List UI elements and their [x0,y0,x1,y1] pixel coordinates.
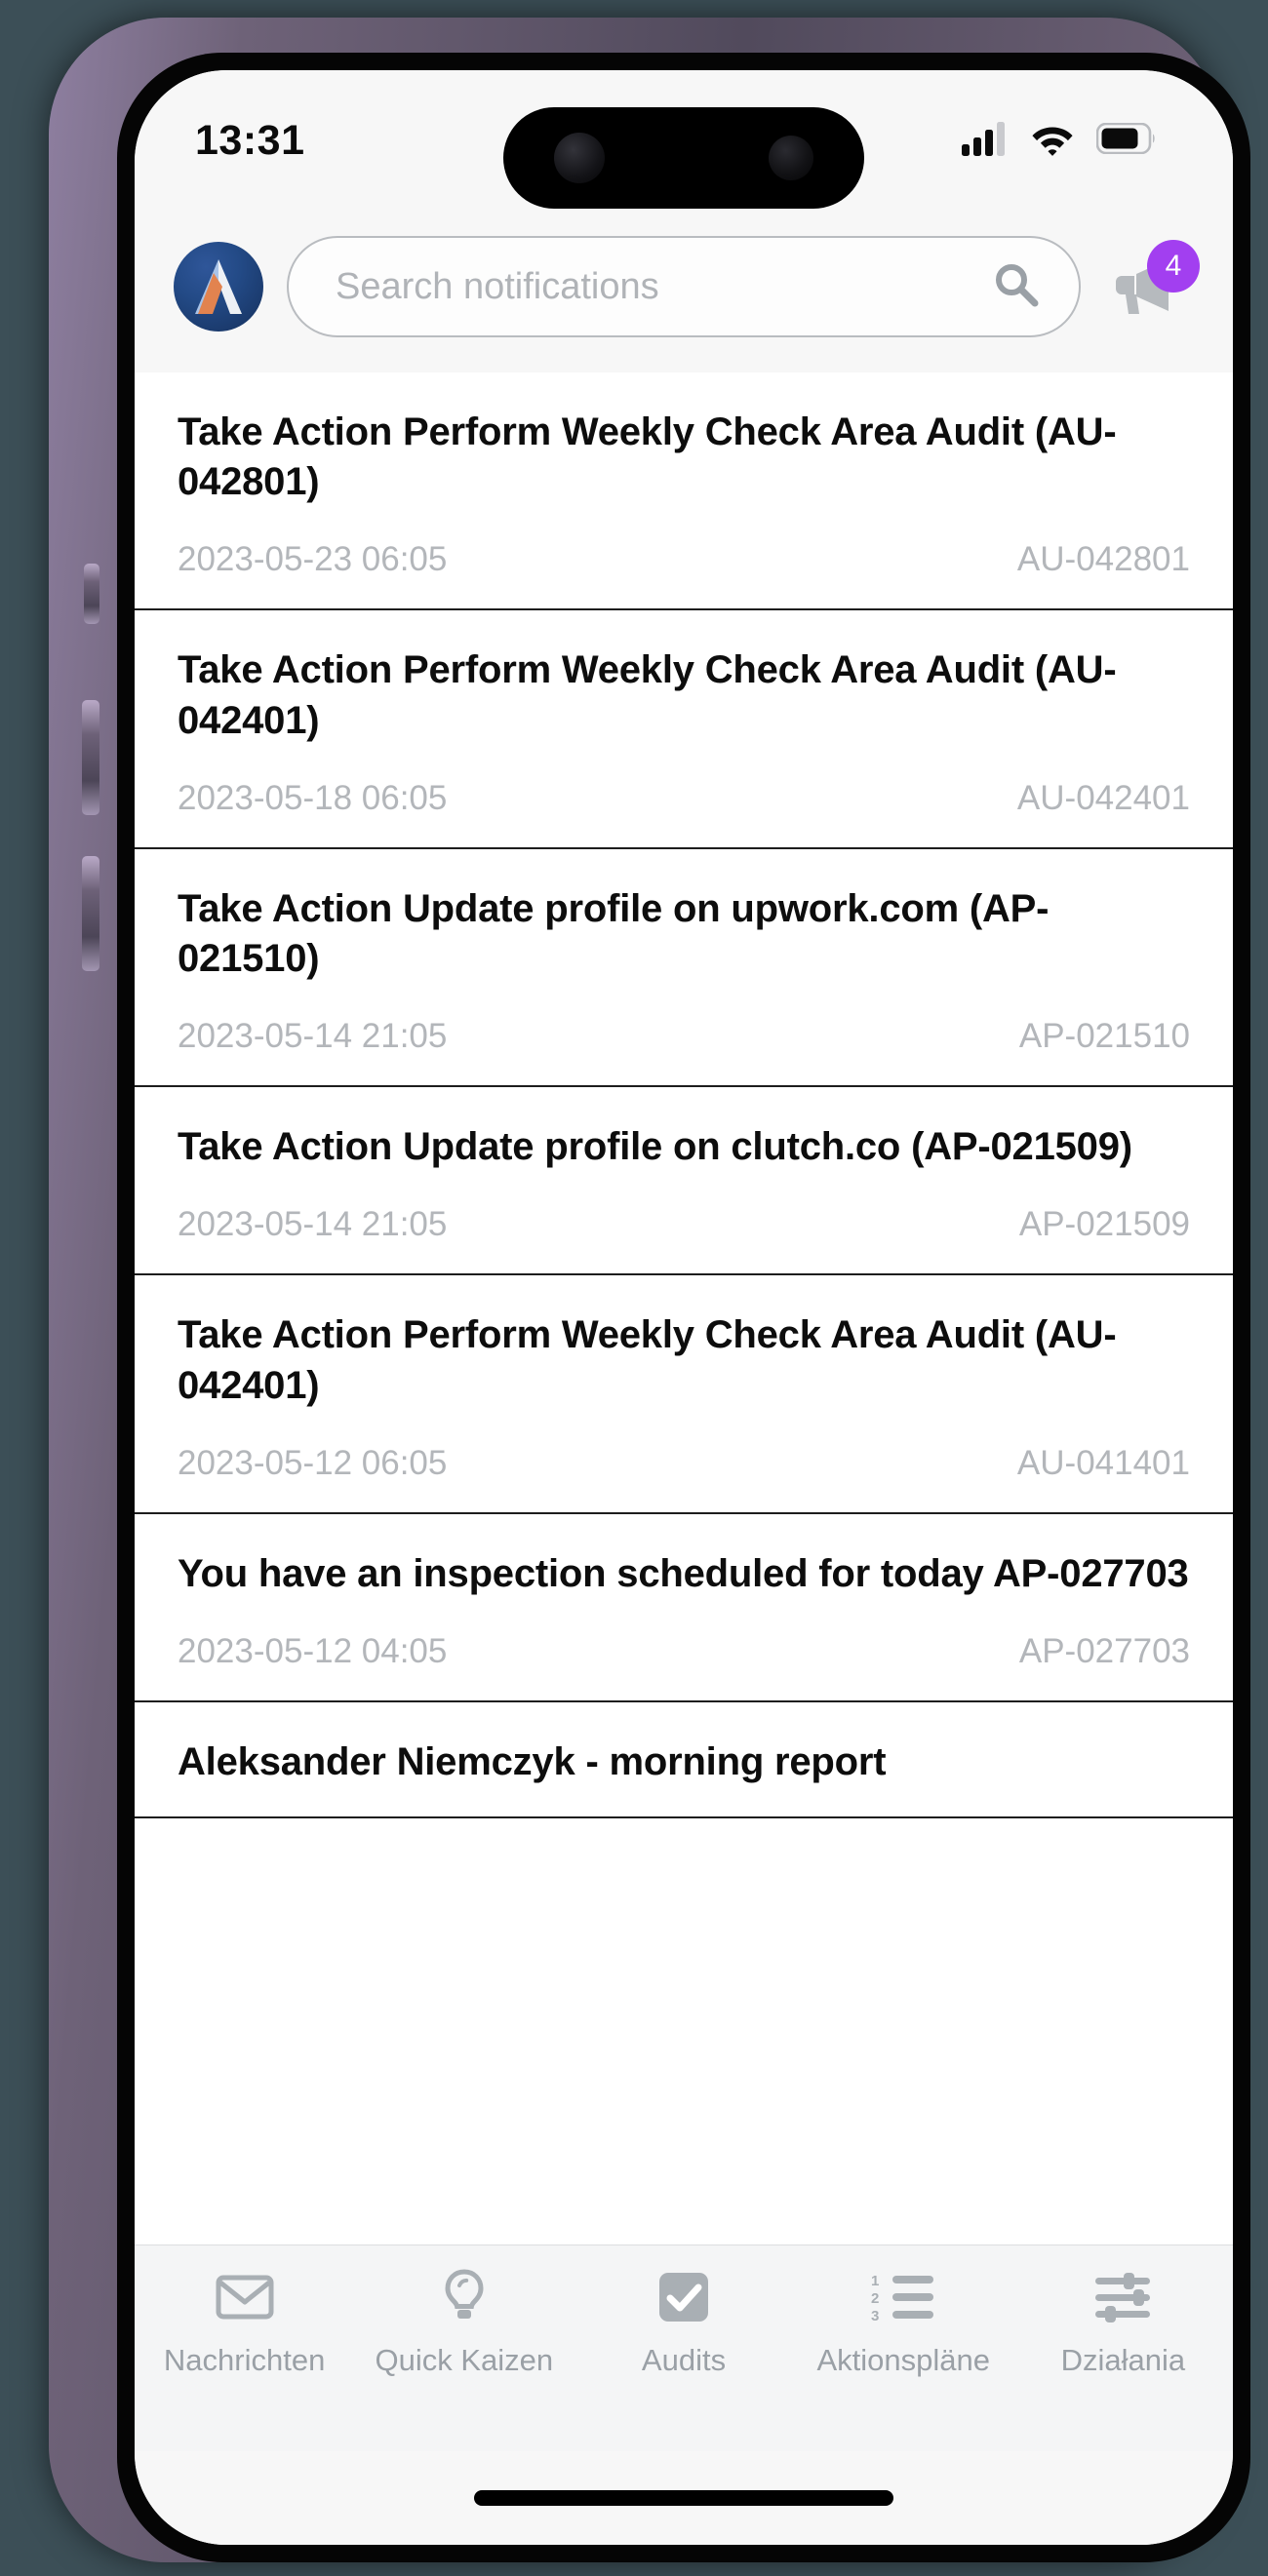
notification-reference: AP-021510 [1018,1017,1190,1056]
notification-reference: AU-042801 [1016,540,1190,579]
notification-date: 2023-05-18 06:05 [178,778,448,817]
tab-label: Działania [1060,2343,1186,2377]
notification-title: Take Action Perform Weekly Check Area Au… [178,410,1117,504]
home-indicator-area [135,2451,1233,2545]
notification-item[interactable]: Aleksander Niemczyk - morning report [135,1701,1233,1819]
notification-date: 2023-05-23 06:05 [178,540,448,579]
dynamic-island [503,107,864,209]
checkbox-checked-icon [657,2267,710,2327]
status-bar-icons [962,121,1157,161]
screenshot-stage: 13:31 Search notifications 4 Take Action… [0,0,1268,2576]
notification-item[interactable]: Take Action Perform Weekly Check Area Au… [135,372,1233,611]
tab-audits[interactable]: Audits [574,2267,793,2378]
svg-text:2: 2 [871,2290,879,2307]
notification-meta: 2023-05-14 21:05 AP-021509 [178,1205,1190,1244]
status-bar-clock: 13:31 [195,116,305,164]
bottom-tab-bar: Nachrichten Quick Kaizen Audits 1 2 3 Ak… [135,2244,1233,2451]
wifi-icon [1030,121,1075,161]
notification-date: 2023-05-12 06:05 [178,1443,448,1482]
cellular-signal-icon [962,121,1009,161]
notification-item[interactable]: Take Action Update profile on upwork.com… [135,848,1233,1088]
svg-text:1: 1 [871,2273,879,2289]
app-header: Search notifications 4 [135,216,1233,372]
sliders-icon [1093,2267,1152,2327]
notification-title: You have an inspection scheduled for tod… [178,1551,1189,1595]
battery-icon [1095,122,1157,159]
notification-reference: AP-021509 [1018,1205,1190,1244]
tab-label: Nachrichten [163,2343,326,2377]
tab-label: Audits [641,2343,727,2377]
notification-meta: 2023-05-18 06:05 AU-042401 [178,779,1190,818]
notification-title: Take Action Perform Weekly Check Area Au… [178,648,1117,742]
tab-aktionsplaene[interactable]: 1 2 3 Aktionspläne [794,2267,1013,2378]
lightbulb-icon [441,2267,488,2327]
search-placeholder: Search notifications [336,265,659,307]
notification-title: Take Action Perform Weekly Check Area Au… [178,1313,1117,1407]
notification-reference: AP-027703 [1018,1631,1190,1670]
front-camera-icon [554,133,605,183]
announcements-badge: 4 [1147,240,1200,293]
notification-date: 2023-05-14 21:05 [178,1017,448,1056]
tab-label: Aktionspläne [816,2343,990,2377]
notification-list[interactable]: Take Action Perform Weekly Check Area Au… [135,372,1233,2244]
notification-item[interactable]: Take Action Perform Weekly Check Area Au… [135,610,1233,849]
announcements-button[interactable]: 4 [1104,240,1200,332]
tab-label: Quick Kaizen [375,2343,554,2377]
notification-meta: 2023-05-23 06:05 AU-042801 [178,540,1190,579]
face-id-sensor-icon [769,136,813,180]
numbered-list-icon: 1 2 3 [871,2267,935,2327]
envelope-icon [216,2267,274,2327]
notification-meta: 2023-05-12 04:05 AP-027703 [178,1632,1190,1671]
silent-switch[interactable] [84,564,99,624]
tab-dzialania[interactable]: Działania [1013,2267,1233,2378]
notification-item[interactable]: You have an inspection scheduled for tod… [135,1513,1233,1702]
notification-title: Aleksander Niemczyk - morning report [178,1739,887,1783]
tab-quick-kaizen[interactable]: Quick Kaizen [354,2267,574,2378]
notification-reference: AU-041401 [1016,1443,1190,1482]
phone-frame: 13:31 Search notifications 4 Take Action… [49,18,1250,2562]
volume-up-button[interactable] [82,700,99,815]
status-bar: 13:31 [135,70,1233,216]
tab-nachrichten[interactable]: Nachrichten [135,2267,354,2378]
notification-item[interactable]: Take Action Update profile on clutch.co … [135,1087,1233,1276]
notification-item[interactable]: Take Action Perform Weekly Check Area Au… [135,1275,1233,1514]
search-icon[interactable] [991,259,1042,315]
notification-meta: 2023-05-12 06:05 AU-041401 [178,1444,1190,1483]
notification-reference: AU-042401 [1016,778,1190,817]
svg-text:3: 3 [871,2308,879,2322]
notification-date: 2023-05-14 21:05 [178,1205,448,1244]
notification-date: 2023-05-12 04:05 [178,1631,448,1670]
volume-down-button[interactable] [82,856,99,971]
notification-title: Take Action Update profile on clutch.co … [178,1125,1132,1169]
app-logo-icon[interactable] [174,242,263,332]
notification-meta: 2023-05-14 21:05 AP-021510 [178,1017,1190,1056]
search-input[interactable]: Search notifications [287,236,1081,337]
notification-title: Take Action Update profile on upwork.com… [178,886,1050,980]
phone-screen: 13:31 Search notifications 4 Take Action… [135,70,1233,2545]
home-indicator[interactable] [474,2490,893,2506]
